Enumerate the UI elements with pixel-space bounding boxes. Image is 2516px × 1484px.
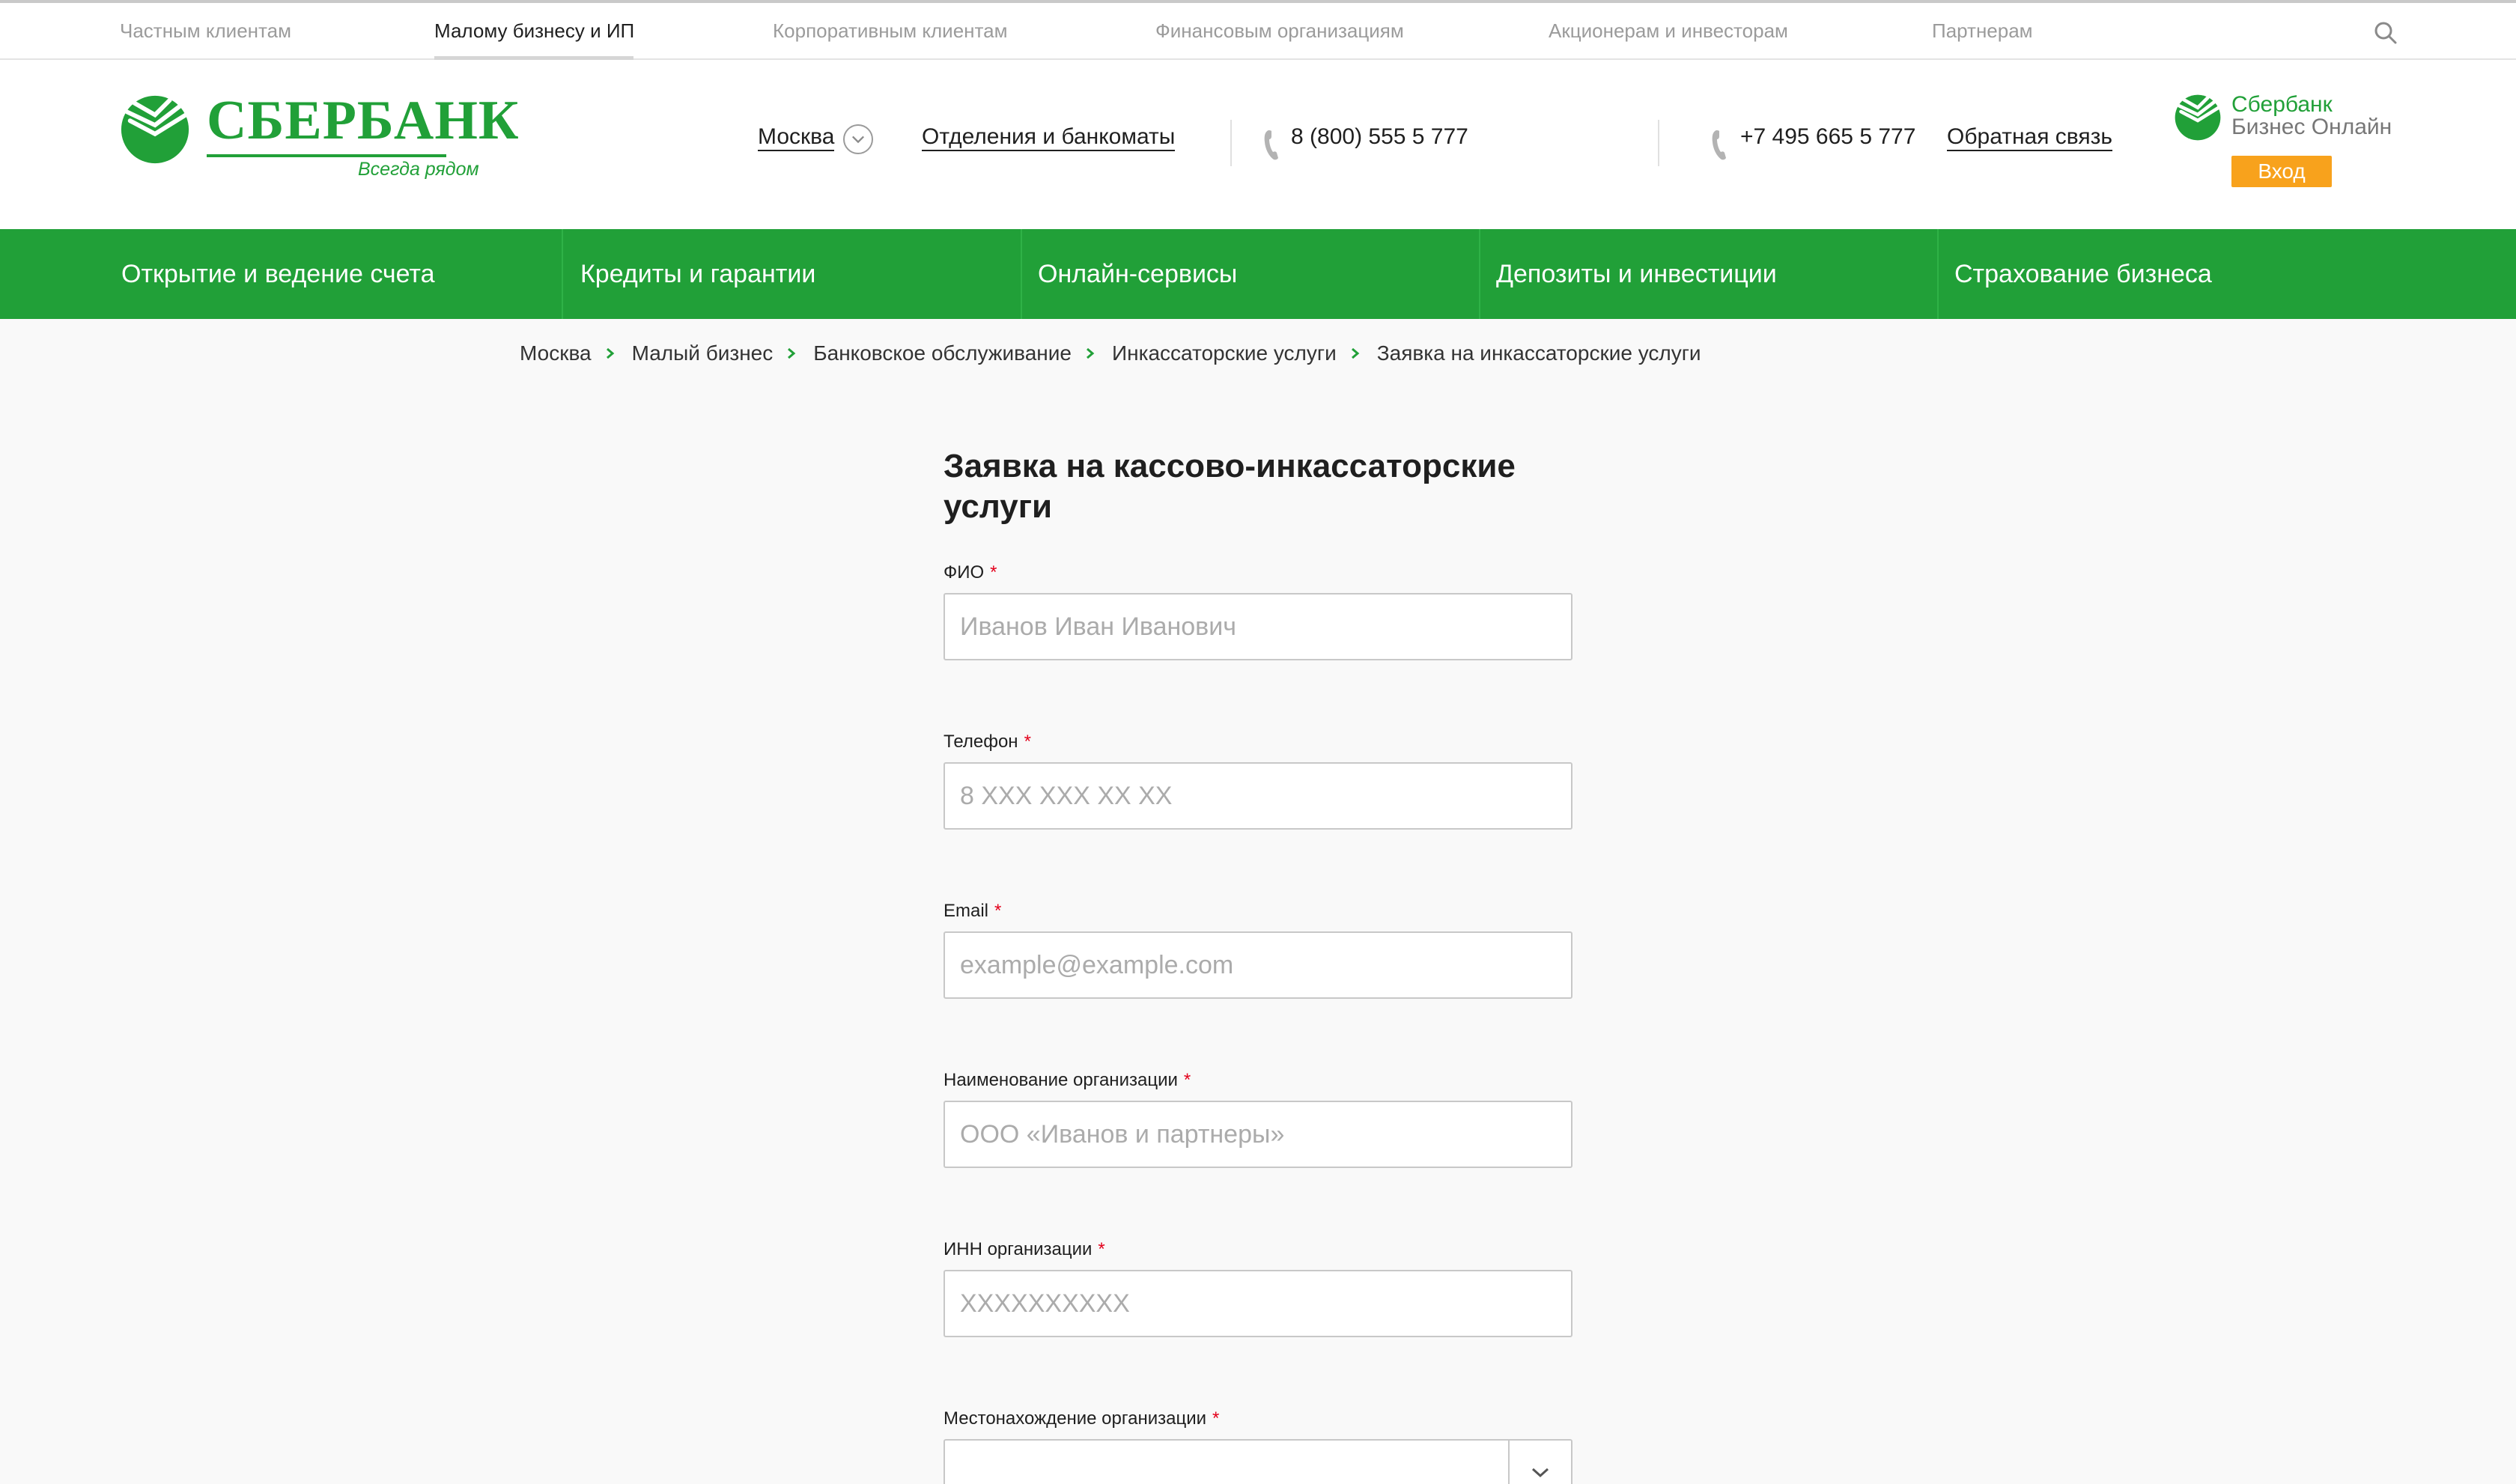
logo-text: СБЕРБАНК (207, 90, 520, 151)
site-header: СБЕРБАНК Всегда рядом Москва Отделения и… (0, 60, 2516, 229)
chevron-right-icon (1351, 347, 1360, 359)
required-mark: * (990, 562, 997, 583)
branches-atms-link[interactable]: Отделения и банкоматы (922, 124, 1176, 151)
segment-financial-organizations[interactable]: Финансовым организациям (1155, 3, 1404, 58)
full-name-label: ФИО * (944, 562, 997, 584)
phone-number-moscow[interactable]: +7 495 665 5 777 (1740, 124, 1915, 150)
login-button[interactable]: Вход (2231, 156, 2332, 187)
segment-shareholders-investors[interactable]: Акционерам и инвесторам (1549, 3, 1788, 58)
city-selector[interactable]: Москва (758, 124, 873, 154)
nav-online-services[interactable]: Онлайн-сервисы (1038, 229, 1237, 319)
sberbank-business-online-icon[interactable] (2173, 93, 2222, 142)
segment-small-business[interactable]: Малому бизнесу и ИП (434, 3, 634, 58)
nav-divider (1021, 229, 1022, 319)
segment-bar: Частным клиентам Малому бизнесу и ИП Кор… (0, 0, 2516, 60)
nav-business-insurance[interactable]: Страхование бизнеса (1954, 229, 2212, 319)
organization-inn-label-text: ИНН организации (944, 1239, 1093, 1259)
segment-partners[interactable]: Партнерам (1932, 3, 2033, 58)
full-name-label-text: ФИО (944, 562, 985, 583)
business-online-title: Сбербанк (2231, 92, 2333, 117)
phone-label-text: Телефон (944, 732, 1018, 752)
required-mark: * (994, 901, 1002, 921)
feedback-link[interactable]: Обратная связь (1947, 124, 2113, 151)
breadcrumb-small-business[interactable]: Малый бизнес (632, 341, 774, 365)
application-form: Заявка на кассово-инкассаторские услуги (944, 446, 1572, 527)
breadcrumb: Москва Малый бизнес Банковское обслужива… (520, 338, 1701, 368)
organization-name-input[interactable] (944, 1101, 1572, 1168)
organization-name-label: Наименование организации * (944, 1069, 1191, 1092)
chevron-right-icon (606, 347, 614, 359)
header-divider (1658, 120, 1659, 166)
organization-inn-label: ИНН организации * (944, 1238, 1105, 1261)
breadcrumb-current-page: Заявка на инкассаторские услуги (1376, 341, 1701, 365)
organization-location-select[interactable] (944, 1439, 1572, 1484)
required-mark: * (1183, 1070, 1191, 1090)
header-divider (1230, 120, 1232, 166)
city-label: Москва (758, 124, 835, 151)
phone-input[interactable] (944, 762, 1572, 830)
nav-divider (1479, 229, 1480, 319)
main-navigation: Открытие и ведение счета Кредиты и гаран… (0, 229, 2516, 319)
sberbank-logo-icon (121, 95, 189, 164)
breadcrumb-moscow[interactable]: Москва (520, 341, 592, 365)
full-name-input[interactable] (944, 593, 1572, 660)
email-input[interactable] (944, 931, 1572, 999)
select-dropdown-button[interactable] (1508, 1441, 1571, 1484)
email-label: Email * (944, 900, 1001, 922)
chevron-down-icon (1531, 1468, 1549, 1478)
search-icon[interactable] (2372, 19, 2399, 46)
required-mark: * (1212, 1408, 1220, 1429)
phone-number-toll-free[interactable]: 8 (800) 555 5 777 (1291, 124, 1468, 150)
chevron-right-icon (788, 347, 796, 359)
page-title: Заявка на кассово-инкассаторские услуги (944, 448, 1516, 525)
organization-name-label-text: Наименование организации (944, 1070, 1178, 1090)
business-online-subtitle: Бизнес Онлайн (2231, 115, 2392, 139)
organization-location-label-text: Местонахождение организации (944, 1408, 1207, 1429)
nav-divider (1937, 229, 1939, 319)
phone-icon (1264, 130, 1278, 160)
nav-account-opening[interactable]: Открытие и ведение счета (121, 229, 435, 319)
nav-divider (562, 229, 563, 319)
phone-label: Телефон * (944, 731, 1031, 753)
chevron-down-icon (843, 124, 873, 154)
nav-deposits-investments[interactable]: Депозиты и инвестиции (1496, 229, 1777, 319)
organization-location-label: Местонахождение организации * (944, 1408, 1219, 1430)
breadcrumb-collection-services[interactable]: Инкассаторские услуги (1112, 341, 1337, 365)
logo-underline (207, 154, 446, 157)
email-label-text: Email (944, 901, 989, 921)
chevron-right-icon (1087, 347, 1095, 359)
phone-icon (1712, 130, 1726, 160)
segment-corporate-clients[interactable]: Корпоративным клиентам (773, 3, 1007, 58)
business-online-block: Сбербанк Бизнес Онлайн Вход (2173, 93, 2413, 198)
sberbank-logo[interactable]: СБЕРБАНК Всегда рядом (118, 90, 519, 180)
organization-inn-input[interactable] (944, 1270, 1572, 1337)
required-mark: * (1024, 732, 1031, 752)
breadcrumb-banking-services[interactable]: Банковское обслуживание (813, 341, 1072, 365)
nav-credits-guarantees[interactable]: Кредиты и гарантии (580, 229, 815, 319)
logo-slogan: Всегда рядом (358, 159, 479, 180)
required-mark: * (1098, 1239, 1105, 1259)
segment-private-clients[interactable]: Частным клиентам (120, 3, 291, 58)
